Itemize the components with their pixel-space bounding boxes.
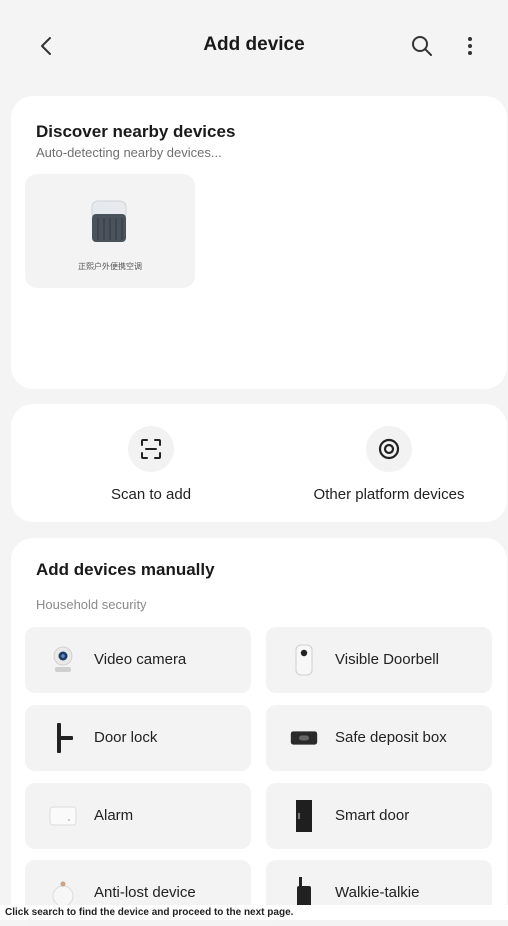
device-tile-video-camera[interactable]: Video camera <box>25 627 251 693</box>
door-lock-icon <box>49 722 77 754</box>
device-tile-safe-deposit-box[interactable]: Safe deposit box <box>266 705 492 771</box>
device-label: Alarm <box>94 807 134 824</box>
portable-air-conditioner-icon <box>91 200 127 242</box>
header-bar: Add device <box>0 24 508 70</box>
other-platform-icon <box>378 438 400 460</box>
category-household-security: Household security <box>36 597 147 612</box>
device-tile-door-lock[interactable]: Door lock <box>25 705 251 771</box>
add-manually-card: Add devices manually Household security … <box>11 538 507 926</box>
device-label: Video camera <box>94 651 187 668</box>
nearby-device-label: 正熙户外便携空调 <box>78 262 142 271</box>
device-label: Walkie-talkie <box>335 884 420 901</box>
search-button[interactable] <box>406 30 438 62</box>
other-platform-icon-circle <box>366 426 412 472</box>
nearby-device-tile[interactable]: 正熙户外便携空调 <box>25 174 195 288</box>
device-tile-visible-doorbell[interactable]: Visible Doorbell <box>266 627 492 693</box>
video-camera-icon <box>49 644 77 676</box>
alarm-icon <box>49 800 77 832</box>
device-tile-alarm[interactable]: Alarm <box>25 783 251 849</box>
device-tile-smart-door[interactable]: Smart door <box>266 783 492 849</box>
discover-title: Discover nearby devices <box>36 122 236 141</box>
scan-to-add-button[interactable]: Scan to add <box>76 404 226 522</box>
scan-icon <box>141 439 161 459</box>
device-label: Safe deposit box <box>335 729 447 746</box>
search-icon <box>412 36 432 56</box>
scan-icon-circle <box>128 426 174 472</box>
discover-subtitle: Auto-detecting nearby devices... <box>36 145 222 160</box>
smart-door-icon <box>290 800 318 832</box>
device-label: Visible Doorbell <box>335 651 439 668</box>
discover-nearby-card: Discover nearby devices Auto-detecting n… <box>11 96 507 389</box>
add-device-screen: Add device Discover nearby devices Auto-… <box>0 0 508 926</box>
device-label: Smart door <box>335 807 410 824</box>
other-platform-devices-button[interactable]: Other platform devices <box>274 404 504 522</box>
doorbell-icon <box>290 644 318 676</box>
quick-actions-card: Scan to add Other platform devices <box>11 404 507 522</box>
instruction-caption: Click search to find the device and proc… <box>0 905 508 920</box>
scan-to-add-label: Scan to add <box>110 486 192 503</box>
more-vertical-icon <box>468 37 472 55</box>
manual-section-title: Add devices manually <box>36 560 215 579</box>
device-label: Door lock <box>94 729 158 746</box>
more-menu-button[interactable] <box>456 30 484 62</box>
other-platform-devices-label: Other platform devices <box>313 486 465 503</box>
safe-box-icon <box>290 722 318 754</box>
device-label: Anti-lost device <box>94 884 196 901</box>
